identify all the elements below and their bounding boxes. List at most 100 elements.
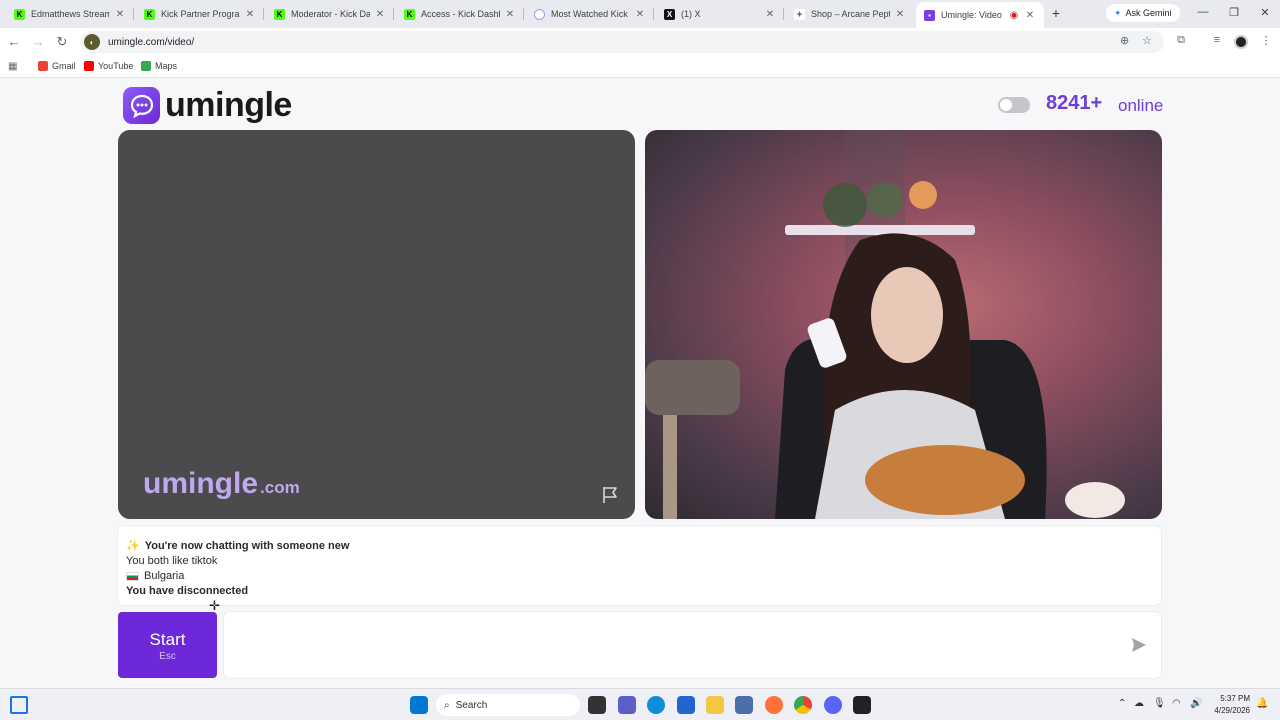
- message-text: Bulgaria: [144, 570, 185, 582]
- watermark-domain: .com: [260, 478, 300, 497]
- store-icon[interactable]: [677, 696, 695, 714]
- side-panel-icon[interactable]: ⧉: [1173, 34, 1189, 47]
- notification-bell-icon[interactable]: 🔔: [1256, 698, 1268, 709]
- close-icon[interactable]: ✕: [634, 9, 646, 20]
- forward-button[interactable]: →: [30, 34, 46, 50]
- recording-indicator-icon: ◉: [1009, 9, 1019, 21]
- edge-icon[interactable]: [647, 696, 665, 714]
- zoom-icon[interactable]: ⊕: [1120, 34, 1129, 47]
- kick-favicon-icon: K: [274, 8, 285, 20]
- send-icon[interactable]: [1130, 636, 1148, 654]
- media-controls-icon[interactable]: ≡: [1209, 34, 1225, 46]
- chat-bubble-logo-icon: [123, 87, 160, 124]
- tab-umingle-video-chat[interactable]: ▪ Umingle: Video Ch ◉ ✕: [916, 2, 1044, 28]
- close-icon[interactable]: ✕: [374, 9, 386, 20]
- restore-button[interactable]: ❐: [1226, 6, 1242, 19]
- tab-title: Shop – Arcane Peptide: [811, 9, 890, 19]
- system-clock[interactable]: 5:37 PM 4/29/2026: [1206, 693, 1250, 717]
- start-shortcut-hint: Esc: [159, 651, 176, 662]
- message-text: You have disconnected: [126, 585, 249, 597]
- tab-title: Access - Kick Dashboar: [421, 9, 500, 19]
- new-tab-button[interactable]: +: [1048, 5, 1064, 21]
- site-info-icon[interactable]: ◐: [84, 34, 100, 50]
- kick-favicon-icon: K: [404, 8, 415, 20]
- message-input[interactable]: [224, 612, 1161, 678]
- bookmark-youtube[interactable]: YouTube: [84, 61, 133, 71]
- tab-kick-partner-program[interactable]: K Kick Partner Program - ✕: [136, 3, 264, 25]
- message-text: You both like tiktok: [126, 555, 218, 567]
- chat-message-disconnected: You have disconnected: [126, 585, 248, 597]
- tray-overflow-icon[interactable]: ⌃: [1118, 698, 1126, 709]
- close-icon[interactable]: ✕: [504, 9, 516, 20]
- network-sync-icon[interactable]: ☁: [1134, 698, 1144, 709]
- tab-most-watched-kick-streams[interactable]: Most Watched Kick Stre ✕: [526, 3, 654, 25]
- chat-log: ✨ You're now chatting with someone new Y…: [118, 526, 1161, 605]
- minimize-button[interactable]: —: [1195, 6, 1211, 18]
- umingle-logo[interactable]: umingle: [123, 86, 292, 125]
- umingle-watermark: umingle .com: [143, 467, 300, 501]
- bookmark-label: Maps: [155, 61, 178, 71]
- bookmarks-bar: ▦ Gmail YouTube Maps: [0, 56, 1280, 78]
- close-icon[interactable]: ✕: [894, 9, 906, 20]
- address-bar[interactable]: ◐ umingle.com/video/ ⊕ ☆: [80, 31, 1164, 53]
- bookmark-gmail[interactable]: Gmail: [38, 61, 76, 71]
- theme-toggle[interactable]: [998, 97, 1030, 113]
- windows-taskbar: ⌕ Search ⌃ ☁ 🎙 ◠ 🔊 5:37 PM 4/29/2026 🔔: [0, 688, 1280, 720]
- reload-button[interactable]: ↻: [54, 34, 70, 50]
- sparkles-icon: ✨: [126, 540, 140, 552]
- clock-time: 5:37 PM: [1220, 694, 1250, 703]
- tab-edmatthews-stream[interactable]: K Edmatthews Stream - Y ✕: [6, 3, 134, 25]
- logo-text: umingle: [165, 86, 292, 124]
- chat-message-interest: You both like tiktok: [126, 555, 217, 567]
- apps-grid-icon[interactable]: ▦: [8, 61, 17, 72]
- bookmark-label: YouTube: [98, 61, 134, 71]
- volume-icon[interactable]: 🔊: [1190, 698, 1202, 709]
- move-cursor-icon: ✛: [209, 598, 220, 613]
- remote-video-pane: [645, 130, 1162, 519]
- close-icon[interactable]: ✕: [764, 9, 776, 20]
- start-button[interactable]: Start Esc: [118, 612, 217, 678]
- firefox-icon[interactable]: [765, 696, 783, 714]
- tab-title: Moderator - Kick Dashb: [291, 9, 370, 19]
- teams-chat-icon[interactable]: [618, 696, 636, 714]
- windows-start-icon[interactable]: [410, 696, 428, 714]
- url-text: umingle.com/video/: [108, 36, 195, 48]
- start-label: Start: [149, 630, 186, 649]
- browser-toolbar: ← → ↻ ◐ umingle.com/video/ ⊕ ☆ ⧉ ≡ ⋮: [0, 28, 1280, 56]
- watermark-text: umingle: [143, 467, 259, 500]
- tab-title: Umingle: Video Ch: [941, 10, 1004, 20]
- close-icon[interactable]: ✕: [1024, 10, 1036, 21]
- wifi-icon[interactable]: ◠: [1172, 698, 1181, 709]
- microphone-icon[interactable]: 🎙: [1153, 698, 1166, 709]
- bookmark-maps[interactable]: Maps: [141, 61, 177, 71]
- close-icon[interactable]: ✕: [244, 9, 256, 20]
- report-flag-icon[interactable]: [600, 485, 620, 505]
- file-explorer-icon[interactable]: [706, 696, 724, 714]
- tab-moderator-kick-dashboard[interactable]: K Moderator - Kick Dashb ✕: [266, 3, 394, 25]
- task-view-icon[interactable]: [588, 696, 606, 714]
- discord-icon[interactable]: [824, 696, 842, 714]
- bulgaria-flag-icon: [126, 571, 139, 581]
- menu-kebab-icon[interactable]: ⋮: [1258, 34, 1274, 47]
- chrome-icon[interactable]: [794, 696, 812, 714]
- tab-x[interactable]: X (1) X ✕: [656, 3, 784, 25]
- maps-icon: [141, 61, 151, 71]
- online-count: 8241+: [1046, 92, 1103, 114]
- local-video-pane: umingle .com: [118, 130, 635, 519]
- widgets-icon[interactable]: [10, 696, 28, 714]
- ask-gemini-button[interactable]: ✦ Ask Gemini: [1106, 4, 1180, 22]
- tab-access-kick-dashboard[interactable]: K Access - Kick Dashboar ✕: [396, 3, 524, 25]
- profile-avatar[interactable]: [1234, 35, 1248, 49]
- toggle-knob: [1000, 99, 1012, 111]
- terminal-app-icon[interactable]: [853, 696, 871, 714]
- close-icon[interactable]: ✕: [114, 9, 126, 20]
- tab-arcane-peptides-shop[interactable]: ✦ Shop – Arcane Peptide ✕: [786, 3, 914, 25]
- bookmark-star-icon[interactable]: ☆: [1142, 34, 1152, 47]
- back-button[interactable]: ←: [6, 34, 22, 50]
- tab-title: Edmatthews Stream - Y: [31, 9, 110, 19]
- app-icon[interactable]: [735, 696, 753, 714]
- taskbar-search[interactable]: ⌕ Search: [436, 694, 580, 716]
- gemini-sparkle-icon: ✦: [1114, 7, 1122, 18]
- window-close-button[interactable]: ✕: [1257, 6, 1273, 19]
- x-favicon-icon: X: [664, 8, 675, 20]
